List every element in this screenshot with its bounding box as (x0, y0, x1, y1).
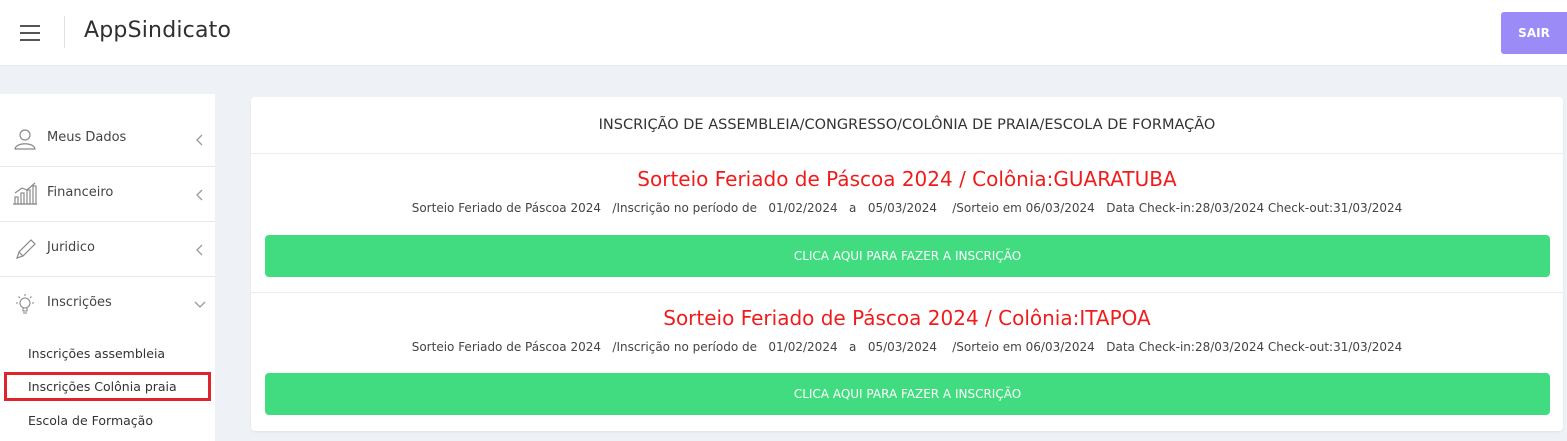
sidebar-item-financeiro[interactable]: Financeiro (0, 167, 215, 222)
pencil-icon (12, 237, 38, 261)
sidebar-item-label: Inscrições (47, 295, 112, 310)
hamburger-icon[interactable] (20, 25, 40, 41)
lightbulb-icon (12, 292, 38, 316)
top-header: AppSindicato SAIR (0, 0, 1567, 66)
sidebar-item-juridico[interactable]: Juridico (0, 222, 215, 277)
sidebar-subitem-escola-formacao[interactable]: Escola de Formação (28, 413, 153, 428)
app-brand[interactable]: AppSindicato (84, 18, 231, 43)
sidebar-item-label: Financeiro (47, 185, 114, 200)
entry-title-itapoa: Sorteio Feriado de Páscoa 2024 / Colônia… (663, 306, 1151, 330)
chevron-down-icon (194, 297, 206, 311)
highlight-box (4, 372, 211, 401)
entry-divider (251, 292, 1563, 293)
chevron-left-icon (194, 242, 206, 256)
entry-info-guaratuba: Sorteio Feriado de Páscoa 2024 /Inscriçã… (411, 201, 1403, 215)
entry-info-itapoa: Sorteio Feriado de Páscoa 2024 /Inscriçã… (411, 340, 1403, 354)
chevron-left-icon (194, 187, 206, 201)
inscricao-button-itapoa[interactable]: CLICA AQUI PARA FAZER A INSCRIÇÃO (265, 373, 1550, 415)
sidebar-item-inscricoes[interactable]: Inscrições (0, 277, 215, 332)
inscricao-card: INSCRIÇÃO DE ASSEMBLEIA/CONGRESSO/COLÔNI… (251, 97, 1563, 431)
sidebar-subitem-inscricoes-assembleia[interactable]: Inscrições assembleia (28, 346, 165, 361)
user-icon (12, 127, 38, 151)
header-divider (64, 16, 65, 48)
sidebar-item-meus-dados[interactable]: Meus Dados (0, 112, 215, 167)
entry-title-guaratuba: Sorteio Feriado de Páscoa 2024 / Colônia… (637, 167, 1177, 191)
sidebar-item-label: Juridico (47, 240, 95, 255)
logout-button[interactable]: SAIR (1501, 12, 1567, 54)
page-title: INSCRIÇÃO DE ASSEMBLEIA/CONGRESSO/COLÔNI… (251, 97, 1563, 154)
bar-chart-icon (12, 182, 38, 206)
sidebar-item-label: Meus Dados (47, 130, 127, 145)
inscricao-button-guaratuba[interactable]: CLICA AQUI PARA FAZER A INSCRIÇÃO (265, 235, 1550, 277)
chevron-left-icon (194, 132, 206, 146)
